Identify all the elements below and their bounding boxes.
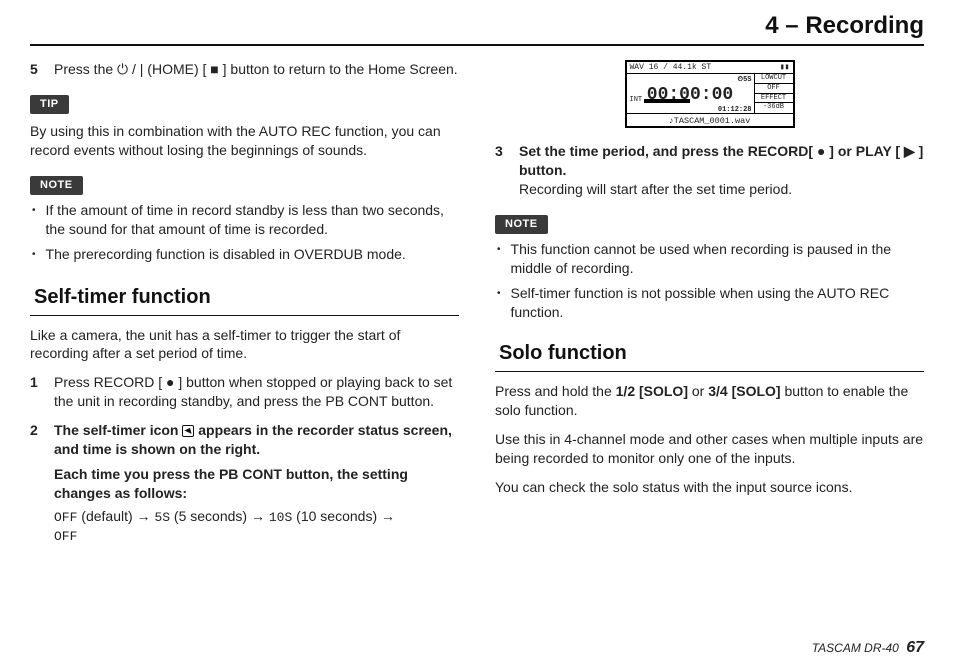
step-text-c: Each time you press the PB CONT button, … <box>54 465 459 503</box>
footer-pagenum: 67 <box>906 639 924 656</box>
note-badge: NOTE <box>495 215 548 234</box>
note-badge: NOTE <box>30 176 83 195</box>
solo-p1-c: or <box>688 383 708 399</box>
lcd-side-item: OFF <box>755 84 793 94</box>
note-list: This function cannot be used when record… <box>495 240 924 322</box>
step-3: 3 Set the time period, and press the REC… <box>495 142 924 199</box>
left-column: 5 Press the ⏻ / | (HOME) [ ■ ] button to… <box>30 60 459 555</box>
step-5: 5 Press the ⏻ / | (HOME) [ ■ ] button to… <box>30 60 459 79</box>
seq-10s: 10S <box>269 510 292 525</box>
solo-p1: Press and hold the 1/2 [SOLO] or 3/4 [SO… <box>495 382 924 420</box>
note-item: If the amount of time in record standby … <box>46 201 459 239</box>
solo-p3: You can check the solo status with the i… <box>495 478 924 497</box>
step-number: 2 <box>30 421 44 546</box>
solo-p1-a: Press and hold the <box>495 383 616 399</box>
lcd-int-label: INT <box>630 96 643 105</box>
lcd-battery-icon: ▮▮ <box>780 62 790 73</box>
step-text-a: The self-timer icon <box>54 422 182 438</box>
seq-hint: (default) → <box>77 508 154 524</box>
solo-btn-34: 3/4 [SOLO] <box>708 383 780 399</box>
step-text: Press RECORD [ ● ] button when stopped o… <box>54 373 459 411</box>
chapter-title: 4 – Recording <box>30 10 924 42</box>
page-header: 4 – Recording <box>30 10 924 46</box>
seq-off: OFF <box>54 529 77 544</box>
step-1: 1 Press RECORD [ ● ] button when stopped… <box>30 373 459 411</box>
seq-5s: 5S <box>154 510 170 525</box>
lcd-side-item: -36dB <box>755 103 793 113</box>
lcd-screenshot: WAV 16 / 44.1k ST ▮▮ ⏲5S 00:00:00 01:12:… <box>495 60 924 128</box>
seq-hint: (5 seconds) → <box>170 508 269 524</box>
solo-btn-12: 1/2 [SOLO] <box>616 383 688 399</box>
selftimer-intro: Like a camera, the unit has a self-timer… <box>30 326 459 364</box>
lcd-side-item: EFFECT <box>755 94 793 104</box>
footer-model: TASCAM DR-40 <box>812 641 899 655</box>
timer-sequence: OFF (default) → 5S (5 seconds) → 10S (10… <box>54 507 459 546</box>
seq-off: OFF <box>54 510 77 525</box>
step-text-bold: Set the time period, and press the RECOR… <box>519 142 924 180</box>
tip-text: By using this in combination with the AU… <box>30 122 459 160</box>
step-2: 2 The self-timer icon appears in the rec… <box>30 421 459 546</box>
step-body: Set the time period, and press the RECOR… <box>519 142 924 199</box>
step-text-plain: Recording will start after the set time … <box>519 180 924 199</box>
lcd-filename: ♪TASCAM_0001.wav <box>627 113 793 127</box>
selftimer-heading: Self-timer function <box>30 281 459 316</box>
note-list: If the amount of time in record standby … <box>30 201 459 265</box>
lcd-format: WAV 16 / 44.1k ST <box>630 62 712 73</box>
step-number: 5 <box>30 60 44 79</box>
solo-p2: Use this in 4-channel mode and other cas… <box>495 430 924 468</box>
note-item: This function cannot be used when record… <box>511 240 924 278</box>
right-column: WAV 16 / 44.1k ST ▮▮ ⏲5S 00:00:00 01:12:… <box>495 60 924 555</box>
lcd-side-item: LOWCUT <box>755 74 793 84</box>
step-body: The self-timer icon appears in the recor… <box>54 421 459 546</box>
solo-heading: Solo function <box>495 337 924 372</box>
lcd-timer-badge: ⏲5S <box>738 76 752 84</box>
lcd-meter-icon <box>644 99 690 103</box>
lcd-clock: 01:12:28 <box>718 106 752 114</box>
step-number: 3 <box>495 142 509 199</box>
page-footer: TASCAM DR-40 67 <box>812 637 924 659</box>
note-item: Self-timer function is not possible when… <box>511 284 924 322</box>
seq-hint: (10 seconds) → <box>292 508 395 524</box>
step-text: Press the ⏻ / | (HOME) [ ■ ] button to r… <box>54 60 459 79</box>
tip-badge: TIP <box>30 95 69 114</box>
step-number: 1 <box>30 373 44 411</box>
note-item: The prerecording function is disabled in… <box>46 245 406 265</box>
selftimer-icon <box>182 425 194 437</box>
